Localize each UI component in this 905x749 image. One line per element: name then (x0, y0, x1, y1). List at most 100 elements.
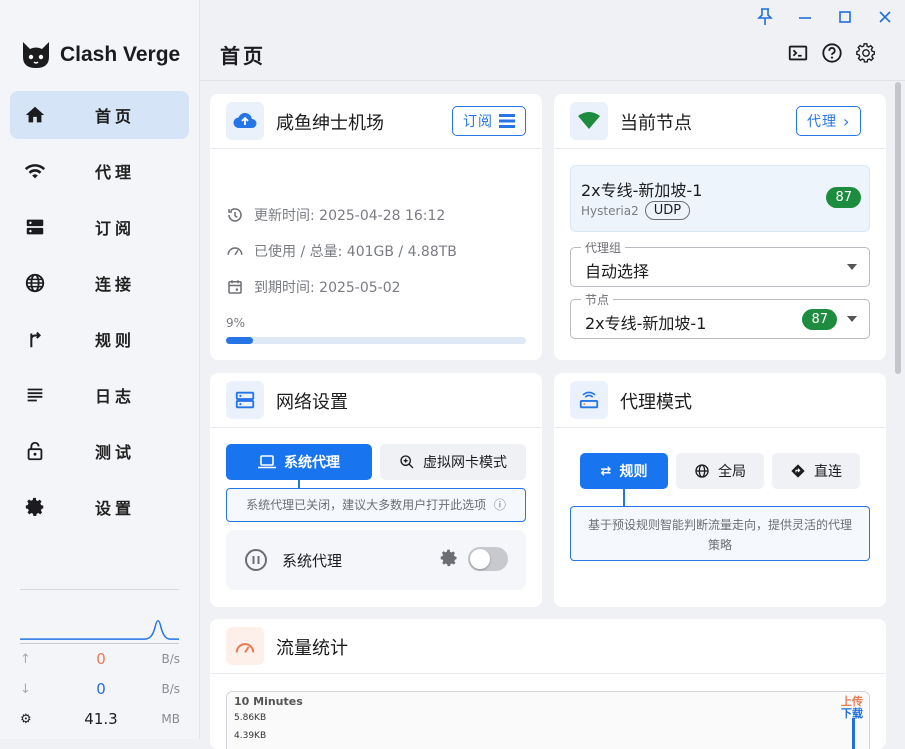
rule-mode-button[interactable]: ⇄ 规则 (580, 453, 668, 489)
direction-icon (791, 464, 805, 478)
dns-icon (26, 219, 44, 235)
sidebar-item-label: 订阅 (95, 219, 136, 238)
proxy-button[interactable]: 代理 › (796, 106, 862, 136)
node-delay-badge: 87 (802, 309, 837, 330)
maximize-icon[interactable] (835, 8, 855, 28)
history-icon (228, 208, 242, 222)
card-header: 当前节点 代理 › (554, 94, 886, 149)
usage-progress-fill (226, 337, 253, 344)
chevron-right-icon: › (843, 111, 851, 131)
header-divider (200, 80, 905, 81)
update-time: 更新时间: 2025-04-28 16:12 (254, 208, 446, 224)
sidebar-item-label: 设置 (95, 499, 136, 518)
usage-row: 已使用 / 总量: 401GB / 4.88TB (226, 241, 457, 261)
usage-progress (226, 337, 526, 344)
subscription-button-label: 订阅 (463, 114, 493, 130)
usage-percent: 9% (226, 316, 246, 330)
direct-mode-button[interactable]: 直连 (772, 453, 860, 489)
speedometer-icon (227, 247, 243, 256)
list-view-icon (499, 114, 515, 128)
sidebar-item-label: 代理 (95, 163, 136, 182)
page-title: 首页 (220, 44, 266, 68)
help-icon[interactable] (821, 42, 845, 66)
expire-row: 到期时间: 2025-05-02 (226, 277, 401, 297)
delay-badge: 87 (826, 187, 861, 208)
cat-logo-icon (23, 42, 49, 68)
sidebar-item-settings[interactable]: 设置 (10, 483, 189, 531)
wifi-icon (24, 164, 46, 179)
laptop-icon (258, 455, 276, 469)
system-proxy-label: 系统代理 (282, 552, 343, 570)
proxy-group-legend: 代理组 (581, 239, 626, 256)
proxy-group-select[interactable]: 代理组 自动选择 (570, 239, 870, 287)
memory-unit: MB (161, 712, 180, 726)
sidebar-nav: 首页 代理 订阅 连接 规则 日志 测试 设置 (10, 91, 189, 539)
cloud-upload-icon (226, 102, 264, 140)
pause-circle-icon (245, 549, 267, 571)
terminal-icon[interactable] (787, 42, 811, 66)
pin-icon[interactable] (755, 8, 775, 28)
profile-title: 咸鱼绅士机场 (276, 113, 384, 134)
home-icon (25, 106, 45, 123)
search-network-icon (400, 455, 414, 469)
memory-icon: ⚙ (20, 711, 32, 727)
proxy-button-label: 代理 (807, 114, 837, 130)
sidebar-item-label: 首页 (95, 107, 136, 126)
fork-icon (30, 331, 42, 348)
settings-gear-icon[interactable] (855, 42, 879, 66)
current-node-box[interactable]: 2x专线-新加坡-1 Hysteria2 UDP 87 (570, 165, 870, 232)
caret-down-icon (847, 264, 857, 270)
sidebar-item-test[interactable]: 测试 (10, 427, 189, 475)
main-scrollbar[interactable] (895, 82, 901, 374)
gear-icon (25, 497, 44, 516)
system-proxy-tab-label: 系统代理 (284, 455, 340, 471)
sidebar-item-logs[interactable]: 日志 (10, 371, 189, 419)
close-icon[interactable] (875, 8, 895, 28)
traffic-chart: 10 Minutes 5.86KB 4.39KB 上传 下载 (226, 691, 870, 749)
app-name: Clash Verge (60, 43, 181, 66)
signal-icon (570, 102, 608, 140)
card-header: 流量统计 (210, 619, 886, 674)
list-icon (27, 388, 43, 402)
sidebar-item-proxy[interactable]: 代理 (10, 147, 189, 195)
toggle-knob (470, 549, 490, 569)
system-proxy-toggle[interactable] (468, 547, 508, 571)
node-legend: 节点 (581, 291, 614, 308)
sidebar-item-connections[interactable]: 连接 (10, 259, 189, 307)
system-proxy-tab[interactable]: 系统代理 (226, 444, 372, 480)
usage-text: 已使用 / 总量: 401GB / 4.88TB (254, 244, 457, 260)
traffic-sparkline (20, 619, 179, 644)
node-meta: Hysteria2 UDP (581, 201, 691, 220)
gear-icon[interactable] (439, 548, 459, 568)
node-select[interactable]: 节点 2x专线-新加坡-1 87 (570, 291, 870, 339)
shuffle-icon: ⇄ (600, 463, 612, 479)
lock-icon (27, 441, 43, 461)
memory-value: 41.3 (84, 710, 118, 728)
hint-text: 系统代理已关闭，建议大多数用户打开此选项 (246, 498, 487, 512)
app-logo: Clash Verge (20, 40, 180, 70)
memory-stat[interactable]: ⚙ 41.3 MB (20, 710, 180, 728)
global-mode-button[interactable]: 全局 (676, 453, 764, 489)
upload-unit: B/s (161, 652, 180, 666)
arrow-down-icon: ↓ (20, 681, 31, 697)
upload-stat: ↑ 0 B/s (20, 650, 180, 668)
chart-tick: 5.86KB (234, 713, 267, 723)
sidebar-item-rules[interactable]: 规则 (10, 315, 189, 363)
sidebar-item-label: 测试 (95, 443, 136, 462)
download-series-line (852, 718, 855, 749)
proxy-group-value: 自动选择 (585, 262, 650, 281)
node-protocol: Hysteria2 (581, 203, 639, 218)
card-header: 咸鱼绅士机场 订阅 (210, 94, 542, 149)
download-stat: ↓ 0 B/s (20, 680, 180, 698)
udp-chip: UDP (644, 201, 691, 220)
subscription-button[interactable]: 订阅 (452, 106, 526, 136)
tun-mode-tab[interactable]: 虚拟网卡模式 (380, 444, 526, 480)
system-proxy-hint: 系统代理已关闭，建议大多数用户打开此选项 ⓘ (226, 488, 526, 522)
card-header: 网络设置 (210, 373, 542, 428)
traffic-stats-title: 流量统计 (276, 638, 348, 659)
sidebar-item-home[interactable]: 首页 (10, 91, 189, 139)
node-value: 2x专线-新加坡-1 (585, 314, 707, 333)
sidebar-item-profiles[interactable]: 订阅 (10, 203, 189, 251)
profile-card: 咸鱼绅士机场 订阅 更新时间: 2025-04-28 16:12 已使用 / 总… (210, 94, 542, 360)
minimize-icon[interactable] (795, 8, 815, 28)
